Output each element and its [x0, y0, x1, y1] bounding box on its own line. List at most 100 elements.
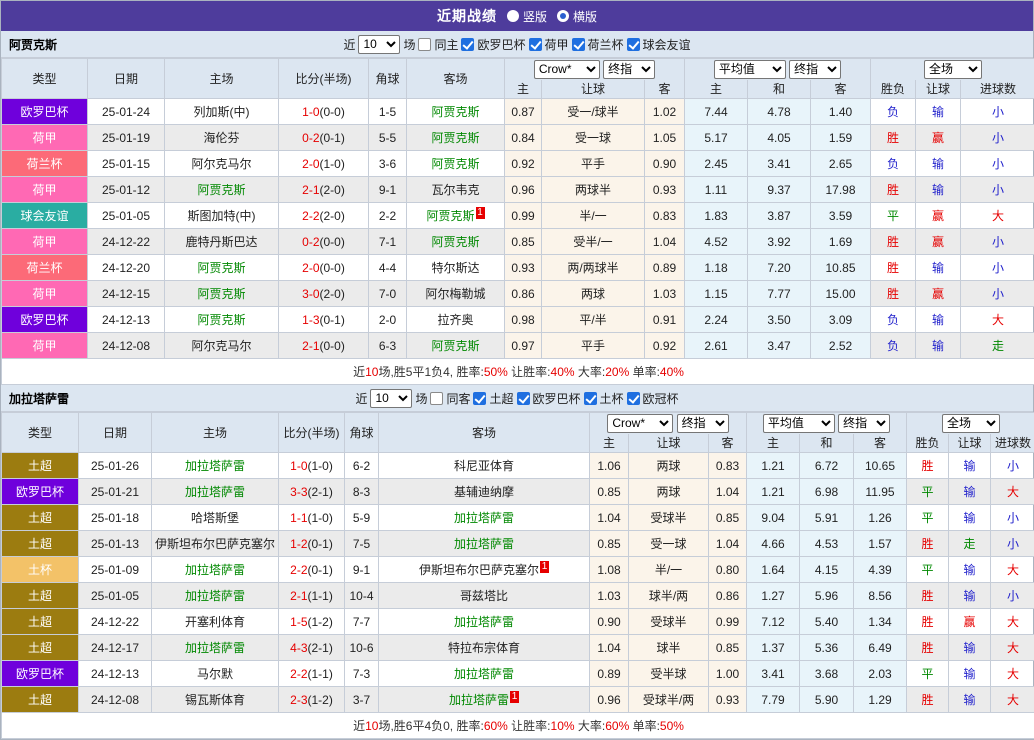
team-name[interactable]: 阿贾克斯	[197, 287, 245, 301]
goals-result-cell: 小	[961, 177, 1034, 203]
score-cell: 3-3(2-1)	[279, 479, 345, 505]
radio-unselected-icon[interactable]	[507, 10, 519, 22]
recent-count-select[interactable]: 10	[358, 35, 400, 54]
avg-home-odds: 1.21	[747, 453, 800, 479]
odds-time-select-2[interactable]: 终指	[789, 60, 841, 79]
result-cell: 负	[871, 99, 916, 125]
team-name[interactable]: 加拉塔萨雷	[449, 693, 509, 707]
away-team-cell: 加拉塔萨雷	[379, 531, 590, 557]
team-name[interactable]: 马尔默	[197, 667, 233, 681]
period-select[interactable]: 全场	[924, 60, 982, 79]
crown-away-odds: 0.92	[645, 333, 685, 359]
team-name[interactable]: 阿贾克斯	[431, 339, 479, 353]
date-cell: 24-12-08	[88, 333, 165, 359]
league-cell: 球会友谊	[2, 203, 88, 229]
league-filter-checkbox[interactable]	[473, 392, 486, 405]
bookmaker-select[interactable]: Crow*	[607, 414, 673, 433]
team-name[interactable]: 阿尔克马尔	[191, 157, 251, 171]
team-name[interactable]: 拉齐奥	[437, 313, 473, 327]
team-name[interactable]: 阿贾克斯	[431, 105, 479, 119]
team-name[interactable]: 瓦尔韦克	[431, 183, 479, 197]
odds-time-select[interactable]: 终指	[677, 414, 729, 433]
team-section: 阿贾克斯近10场同主欧罗巴杯荷甲荷兰杯球会友谊类型日期主场比分(半场)角球客场C…	[1, 31, 1033, 385]
team-name[interactable]: 开塞利体育	[185, 615, 245, 629]
avg-home-odds: 7.79	[747, 687, 800, 713]
team-name[interactable]: 阿尔梅勒城	[425, 287, 485, 301]
team-name[interactable]: 阿贾克斯	[426, 209, 474, 223]
team-name[interactable]: 锡瓦斯体育	[185, 693, 245, 707]
team-name[interactable]: 加拉塔萨雷	[454, 511, 514, 525]
same-venue-checkbox[interactable]	[430, 392, 443, 405]
radio-selected-icon[interactable]	[557, 10, 569, 22]
team-name[interactable]: 阿贾克斯	[197, 313, 245, 327]
team-name[interactable]: 阿贾克斯	[197, 261, 245, 275]
team-name[interactable]: 阿贾克斯	[431, 157, 479, 171]
league-filter-checkbox[interactable]	[572, 38, 585, 51]
league-filter-checkbox[interactable]	[627, 38, 640, 51]
team-name[interactable]: 加拉塔萨雷	[185, 485, 245, 499]
team-name[interactable]: 哈塔斯堡	[191, 511, 239, 525]
odds-time-select[interactable]: 终指	[603, 60, 655, 79]
team-name[interactable]: 阿贾克斯	[431, 131, 479, 145]
team-name[interactable]: 加拉塔萨雷	[454, 537, 514, 551]
date-cell: 24-12-17	[79, 635, 152, 661]
team-name[interactable]: 基辅迪纳摩	[454, 485, 514, 499]
date-cell: 25-01-13	[79, 531, 152, 557]
team-name[interactable]: 特拉布宗体育	[448, 641, 520, 655]
league-filter-checkbox[interactable]	[517, 392, 530, 405]
league-filter-checkbox[interactable]	[627, 392, 640, 405]
team-name[interactable]: 加拉塔萨雷	[185, 641, 245, 655]
team-name[interactable]: 阿贾克斯	[431, 235, 479, 249]
home-team-cell: 马尔默	[152, 661, 279, 687]
team-name[interactable]: 科尼亚体育	[454, 459, 514, 473]
average-select[interactable]: 平均值	[714, 60, 786, 79]
league-filter-checkbox[interactable]	[584, 392, 597, 405]
same-venue-checkbox[interactable]	[418, 38, 431, 51]
radio-horizontal-layout[interactable]: 横版	[557, 8, 597, 25]
team-name[interactable]: 阿尔克马尔	[191, 339, 251, 353]
league-filter-checkbox[interactable]	[461, 38, 474, 51]
table-body: 土超25-01-26加拉塔萨雷1-0(1-0)6-2科尼亚体育1.06两球0.8…	[2, 453, 1034, 713]
league-cell: 土超	[2, 609, 79, 635]
result-cell: 胜	[907, 635, 949, 661]
team-name[interactable]: 加拉塔萨雷	[454, 615, 514, 629]
team-name[interactable]: 加拉塔萨雷	[185, 563, 245, 577]
home-team-cell: 列加斯(中)	[165, 99, 279, 125]
team-name[interactable]: 伊斯坦布尔巴萨克塞尔	[419, 563, 539, 577]
period-select[interactable]: 全场	[942, 414, 1000, 433]
crown-away-odds: 1.00	[709, 661, 747, 687]
odds-time-select-2[interactable]: 终指	[838, 414, 890, 433]
result-cell: 胜	[907, 453, 949, 479]
team-name[interactable]: 加拉塔萨雷	[185, 459, 245, 473]
team-name[interactable]: 斯图加特(中)	[188, 209, 256, 223]
date-cell: 25-01-26	[79, 453, 152, 479]
fulltime-score: 2-2	[290, 667, 307, 681]
handicap-cell: 平/半	[542, 307, 645, 333]
bookmaker-select[interactable]: Crow*	[534, 60, 600, 79]
away-team-cell: 瓦尔韦克	[407, 177, 505, 203]
team-name[interactable]: 加拉塔萨雷	[454, 667, 514, 681]
team-name[interactable]: 哥兹塔比	[460, 589, 508, 603]
sub-column-header: 主	[685, 80, 748, 99]
handicap-cell: 受球半	[629, 609, 709, 635]
team-name[interactable]: 海伦芬	[203, 131, 239, 145]
team-name[interactable]: 伊斯坦布尔巴萨克塞尔	[155, 537, 275, 551]
average-odds-group: 平均值 终指	[747, 413, 907, 434]
result-cell: 平	[907, 661, 949, 687]
recent-count-select[interactable]: 10	[370, 389, 412, 408]
league-filter-checkbox[interactable]	[529, 38, 542, 51]
fulltime-score: 3-3	[290, 485, 307, 499]
team-name[interactable]: 鹿特丹斯巴达	[185, 235, 257, 249]
away-team-cell: 科尼亚体育	[379, 453, 590, 479]
halftime-score: (1-0)	[308, 511, 333, 525]
team-name[interactable]: 阿贾克斯	[197, 183, 245, 197]
fulltime-score: 1-3	[302, 313, 319, 327]
team-name[interactable]: 特尔斯达	[431, 261, 479, 275]
recent-results-panel: 近期战绩 竖版 横版 阿贾克斯近10场同主欧罗巴杯荷甲荷兰杯球会友谊类型日期主场…	[0, 0, 1034, 740]
team-name[interactable]: 加拉塔萨雷	[185, 589, 245, 603]
crown-home-odds: 0.92	[505, 151, 542, 177]
team-name[interactable]: 列加斯(中)	[194, 105, 250, 119]
avg-away-odds: 10.65	[854, 453, 907, 479]
radio-vertical-layout[interactable]: 竖版	[507, 8, 547, 25]
average-select[interactable]: 平均值	[763, 414, 835, 433]
